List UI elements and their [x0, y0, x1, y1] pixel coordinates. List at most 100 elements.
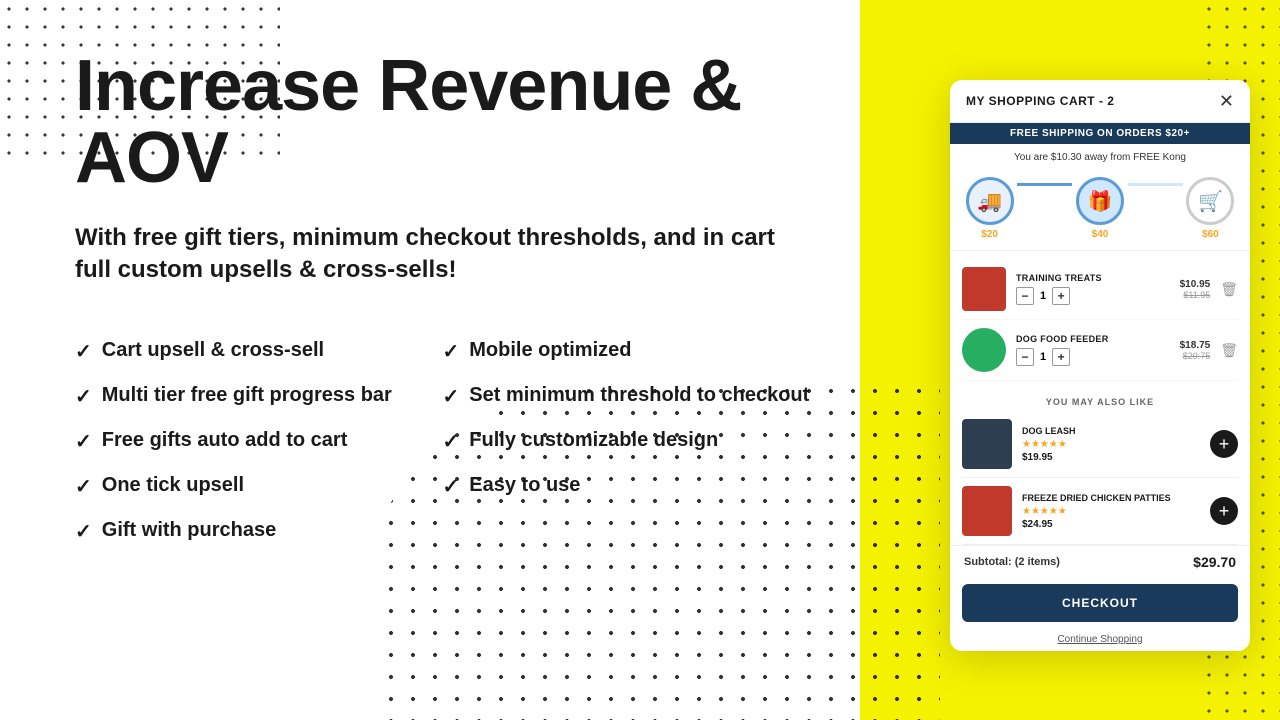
feature-label: Gift with purchase — [102, 519, 276, 542]
feature-free-gifts: ✓ Free gifts auto add to cart — [75, 419, 443, 464]
check-icon: ✓ — [443, 384, 460, 409]
check-icon: ✓ — [75, 384, 92, 409]
qty-control-treats: − 1 + — [1016, 287, 1170, 305]
item-details-feeder: DOG FOOD FEEDER − 1 + — [1016, 334, 1170, 366]
continue-shopping-link[interactable]: Continue Shopping — [950, 628, 1250, 651]
check-icon: ✓ — [75, 339, 92, 364]
shipping-icon: 🚚 — [977, 189, 1002, 214]
cart-title: MY SHOPPING CART - 2 — [966, 94, 1114, 108]
tier-label-60: $60 — [1202, 229, 1219, 240]
subtotal-value: $29.70 — [1193, 554, 1236, 570]
stars-chicken: ★★★★★ — [1022, 506, 1200, 517]
tier-60: 🛒 $60 — [1183, 177, 1238, 240]
feature-label: Set minimum threshold to checkout — [469, 384, 809, 407]
qty-plus-feeder[interactable]: + — [1052, 348, 1070, 366]
feature-label: Cart upsell & cross-sell — [102, 339, 324, 362]
gift-icon: 🎁 — [1088, 189, 1113, 214]
item-price-old-feeder: $20.75 — [1180, 351, 1211, 361]
progress-tiers: 🚚 $20 🎁 $40 🛒 $60 — [950, 171, 1250, 250]
qty-minus-feeder[interactable]: − — [1016, 348, 1034, 366]
tier-circle-60: 🛒 — [1186, 177, 1234, 225]
features-right-col: ✓ Mobile optimized ✓ Set minimum thresho… — [443, 329, 811, 554]
cart-items-list: TRAINING TREATS − 1 + $10.95 $11.95 🗑 DO… — [950, 250, 1250, 389]
free-kong-message: You are $10.30 away from FREE Kong — [950, 144, 1250, 171]
tier-circle-20: 🚚 — [966, 177, 1014, 225]
item-name-treats: TRAINING TREATS — [1016, 273, 1170, 283]
feature-mobile: ✓ Mobile optimized — [443, 329, 811, 374]
item-image-treats — [962, 267, 1006, 311]
tier-circle-40: 🎁 — [1076, 177, 1124, 225]
cart-header: MY SHOPPING CART - 2 ✕ — [950, 80, 1250, 123]
features-left-col: ✓ Cart upsell & cross-sell ✓ Multi tier … — [75, 329, 443, 554]
qty-control-feeder: − 1 + — [1016, 348, 1170, 366]
feature-label: Fully customizable design — [469, 429, 718, 452]
tier-20: 🚚 $20 — [962, 177, 1017, 240]
item-name-feeder: DOG FOOD FEEDER — [1016, 334, 1170, 344]
feature-label: Free gifts auto add to cart — [102, 429, 348, 452]
feature-cart-upsell: ✓ Cart upsell & cross-sell — [75, 329, 443, 374]
cart-item-feeder: DOG FOOD FEEDER − 1 + $18.75 $20.75 🗑 — [962, 320, 1238, 381]
add-leash-button[interactable]: + — [1210, 430, 1238, 458]
also-like-header: YOU MAY ALSO LIKE — [950, 389, 1250, 411]
item-price-new-feeder: $18.75 — [1180, 340, 1211, 351]
feature-threshold: ✓ Set minimum threshold to checkout — [443, 374, 811, 419]
also-like-info-chicken: FREEZE DRIED CHICKEN PATTIES ★★★★★ $24.9… — [1022, 493, 1200, 530]
feature-customizable: ✓ Fully customizable design — [443, 419, 811, 464]
qty-plus-treats[interactable]: + — [1052, 287, 1070, 305]
also-like-items: DOG LEASH ★★★★★ $19.95 + FREEZE DRIED CH… — [950, 411, 1250, 545]
tier-label-20: $20 — [981, 229, 998, 240]
page-subtitle: With free gift tiers, minimum checkout t… — [75, 222, 810, 287]
also-like-chicken: FREEZE DRIED CHICKEN PATTIES ★★★★★ $24.9… — [962, 478, 1238, 545]
delete-icon-feeder[interactable]: 🗑 — [1220, 342, 1238, 359]
item-image-feeder — [962, 328, 1006, 372]
item-price-old-treats: $11.95 — [1180, 290, 1211, 300]
item-prices-treats: $10.95 $11.95 — [1180, 279, 1211, 300]
checkout-button[interactable]: CHECKOUT — [962, 584, 1238, 622]
feature-easy-to-use: ✓ Easy to use — [443, 464, 811, 509]
stars-leash: ★★★★★ — [1022, 439, 1200, 450]
also-like-dog-leash: DOG LEASH ★★★★★ $19.95 + — [962, 411, 1238, 478]
main-content: Increase Revenue & AOV With free gift ti… — [0, 0, 870, 720]
tier-40: 🎁 $40 — [1072, 177, 1127, 240]
delete-icon-treats[interactable]: 🗑 — [1220, 281, 1238, 298]
features-grid: ✓ Cart upsell & cross-sell ✓ Multi tier … — [75, 329, 810, 554]
tier-line-1 — [1017, 183, 1072, 186]
feature-one-tick: ✓ One tick upsell — [75, 464, 443, 509]
feature-gift-purchase: ✓ Gift with purchase — [75, 509, 443, 554]
cart-icon: 🛒 — [1198, 189, 1223, 214]
check-icon: ✓ — [75, 474, 92, 499]
subtotal-row: Subtotal: (2 items) $29.70 — [950, 545, 1250, 578]
also-like-name-leash: DOG LEASH — [1022, 426, 1200, 436]
add-chicken-button[interactable]: + — [1210, 497, 1238, 525]
qty-value-feeder: 1 — [1040, 351, 1046, 363]
item-price-new-treats: $10.95 — [1180, 279, 1211, 290]
free-shipping-banner: FREE SHIPPING ON ORDERS $20+ — [950, 123, 1250, 144]
check-icon: ✓ — [75, 429, 92, 454]
feature-label: Easy to use — [469, 474, 580, 497]
feature-label: Mobile optimized — [469, 339, 631, 362]
item-prices-feeder: $18.75 $20.75 — [1180, 340, 1211, 361]
check-icon: ✓ — [443, 474, 460, 499]
check-icon: ✓ — [443, 339, 460, 364]
item-details-treats: TRAINING TREATS − 1 + — [1016, 273, 1170, 305]
price-leash: $19.95 — [1022, 452, 1200, 463]
tier-label-40: $40 — [1092, 229, 1109, 240]
also-like-img-leash — [962, 419, 1012, 469]
qty-minus-treats[interactable]: − — [1016, 287, 1034, 305]
page-title: Increase Revenue & AOV — [75, 50, 810, 194]
check-icon: ✓ — [443, 429, 460, 454]
tier-line-2 — [1128, 183, 1183, 186]
also-like-name-chicken: FREEZE DRIED CHICKEN PATTIES — [1022, 493, 1200, 503]
check-icon: ✓ — [75, 519, 92, 544]
also-like-img-chicken — [962, 486, 1012, 536]
feature-label: Multi tier free gift progress bar — [102, 384, 392, 407]
feature-label: One tick upsell — [102, 474, 244, 497]
cart-item-treats: TRAINING TREATS − 1 + $10.95 $11.95 🗑 — [962, 259, 1238, 320]
close-button[interactable]: ✕ — [1219, 92, 1234, 110]
cart-widget: MY SHOPPING CART - 2 ✕ FREE SHIPPING ON … — [950, 80, 1250, 651]
price-chicken: $24.95 — [1022, 519, 1200, 530]
qty-value-treats: 1 — [1040, 290, 1046, 302]
subtotal-label: Subtotal: (2 items) — [964, 556, 1060, 568]
feature-multi-tier: ✓ Multi tier free gift progress bar — [75, 374, 443, 419]
also-like-info-leash: DOG LEASH ★★★★★ $19.95 — [1022, 426, 1200, 463]
